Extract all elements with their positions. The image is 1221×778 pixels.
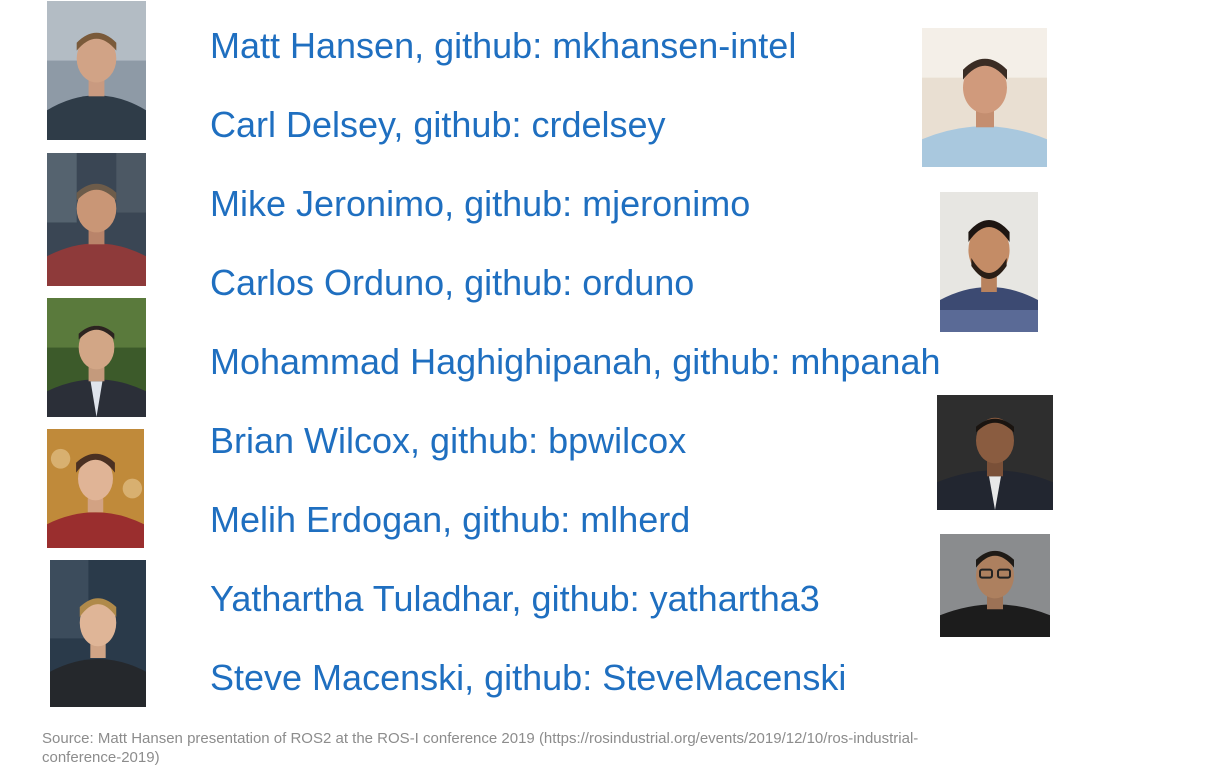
contributor-name: Carlos Orduno, github: orduno xyxy=(210,262,695,303)
contributor-name: Matt Hansen, github: mkhansen-intel xyxy=(210,25,797,66)
source-citation: Source: Matt Hansen presentation of ROS2… xyxy=(42,730,919,766)
contributor-name: Brian Wilcox, github: bpwilcox xyxy=(210,420,687,461)
headshot-photo xyxy=(937,395,1053,510)
headshot-photo xyxy=(47,1,146,140)
headshot-photo xyxy=(47,153,146,286)
contributor-name: Mohammad Haghighipanah, github: mhpanah xyxy=(210,341,941,382)
headshot-photo xyxy=(922,28,1047,167)
headshot-photo xyxy=(47,429,144,548)
contributor-name: Yathartha Tuladhar, github: yathartha3 xyxy=(210,578,820,619)
headshot-photo xyxy=(940,192,1038,332)
contributor-name: Steve Macenski, github: SteveMacenski xyxy=(210,657,847,698)
contributor-name: Carl Delsey, github: crdelsey xyxy=(210,104,666,145)
contributor-name: Melih Erdogan, github: mlherd xyxy=(210,499,691,540)
headshot-photo xyxy=(50,560,146,707)
headshot-photo xyxy=(940,534,1050,637)
contributor-name: Mike Jeronimo, github: mjeronimo xyxy=(210,183,751,224)
headshot-photo xyxy=(47,298,146,417)
